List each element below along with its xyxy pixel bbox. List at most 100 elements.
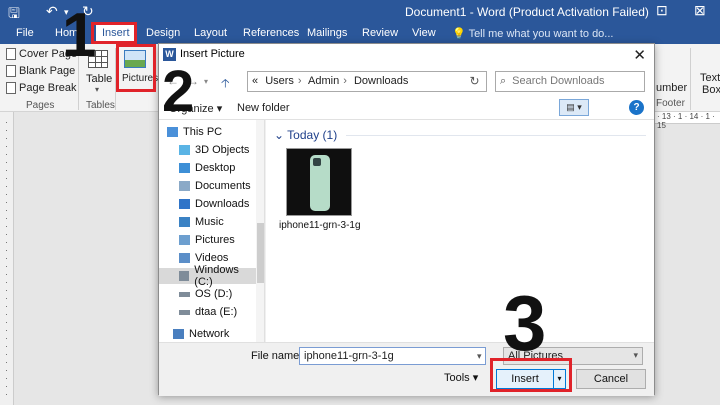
text-box-label[interactable]: Text <box>700 72 720 84</box>
cancel-button[interactable]: Cancel <box>576 369 646 389</box>
nav-label: 3D Objects <box>195 144 250 156</box>
nav-item-documents[interactable]: Documents <box>179 178 264 194</box>
nav-item-pictures[interactable]: Pictures <box>179 232 264 248</box>
tab-view[interactable]: View <box>412 27 436 39</box>
drive-icon <box>179 271 190 281</box>
nav-label: dtaa (E:) <box>195 306 238 318</box>
tools-button[interactable]: Tools ▾ <box>444 371 478 384</box>
up-arrow-icon[interactable]: 🡡 <box>221 74 230 95</box>
drive-icon <box>179 309 190 315</box>
table-label[interactable]: Table <box>86 73 112 85</box>
nav-label: Network <box>189 328 230 340</box>
nav-label: Pictures <box>195 234 235 246</box>
tools-label: Tools <box>444 372 470 384</box>
file-name-label[interactable]: iphone11-grn-3-1g <box>279 220 361 231</box>
nav-label: Videos <box>195 252 229 264</box>
nav-item-music[interactable]: Music <box>179 214 264 230</box>
scrollbar-thumb[interactable] <box>257 223 264 283</box>
download-icon <box>179 199 190 209</box>
path-users[interactable]: Users <box>265 75 294 87</box>
window-title: Document1 - Word (Product Activation Fai… <box>405 5 649 19</box>
step-number-1: 1 <box>62 1 97 70</box>
video-icon <box>179 253 190 263</box>
tab-layout[interactable]: Layout <box>194 27 227 39</box>
tables-group-label: Tables <box>86 100 115 111</box>
nav-label: Windows (C:) <box>194 264 239 288</box>
phone-image <box>310 155 330 211</box>
undo-icon[interactable]: ↶ <box>46 3 58 20</box>
help-icon[interactable]: ? <box>629 100 644 115</box>
highlight-pictures-button <box>116 44 156 92</box>
chevron-down-icon: ▾ <box>633 350 638 360</box>
nav-item-windows-c[interactable]: Windows (C:) <box>159 264 256 288</box>
search-placeholder: Search Downloads <box>512 75 605 87</box>
dialog-footer: File name: iphone11-grn-3-1g ▾ All Pictu… <box>159 342 654 396</box>
nav-item-desktop[interactable]: Desktop <box>179 160 264 176</box>
nav-item-3d-objects[interactable]: 3D Objects <box>179 142 264 158</box>
refresh-icon[interactable]: ↻ <box>463 71 487 92</box>
path-separator-icon[interactable]: › <box>294 75 306 87</box>
nav-label: OS (D:) <box>195 288 233 300</box>
cover-page-icon <box>6 48 16 60</box>
network-icon <box>173 329 184 339</box>
tab-references[interactable]: References <box>243 27 299 39</box>
document-icon <box>179 181 190 191</box>
page-break-label: Page Break <box>19 82 77 94</box>
search-icon: ⌕ <box>500 75 507 87</box>
close-icon[interactable]: ✕ <box>633 46 646 64</box>
insert-picture-dialog: W Insert Picture ✕ ← → ▾ 🡡 « Users › Admi… <box>158 43 655 396</box>
nav-label: This PC <box>183 126 223 138</box>
page-break-icon <box>6 82 16 94</box>
group-header-today[interactable]: ⌄ Today (1) <box>274 128 337 142</box>
tell-me-text: Tell me what you want to do... <box>468 28 614 40</box>
file-name-label: File name: <box>251 350 303 362</box>
nav-item-os-d[interactable]: OS (D:) <box>179 286 264 302</box>
drive-icon <box>179 291 190 297</box>
page-number-label[interactable]: umber <box>656 82 687 94</box>
dialog-title-bar: W Insert Picture ✕ <box>159 44 654 66</box>
path-downloads[interactable]: Downloads <box>354 75 408 87</box>
blank-page-icon <box>6 65 16 77</box>
text-box-label-2[interactable]: Box <box>702 84 720 96</box>
table-dropdown-icon[interactable]: ▾ <box>95 85 99 94</box>
tab-design[interactable]: Design <box>146 27 180 39</box>
vertical-ruler <box>0 112 14 405</box>
recent-locations-icon[interactable]: ▾ <box>204 77 208 86</box>
nav-item-downloads[interactable]: Downloads <box>179 196 264 212</box>
navigation-pane: This PC 3D Objects Desktop Documents Dow… <box>159 120 265 342</box>
pc-icon <box>167 127 178 137</box>
file-name-dropdown-icon[interactable]: ▾ <box>477 351 482 362</box>
tell-me-box[interactable]: 💡 Tell me what you want to do... <box>452 27 613 40</box>
cube-icon <box>179 145 190 155</box>
file-list: ⌄ Today (1) iphone11-grn-3-1g <box>266 120 654 342</box>
ribbon-display-options-icon[interactable]: ⊠ <box>694 2 706 19</box>
nav-label: Music <box>195 216 224 228</box>
nav-item-this-pc[interactable]: This PC <box>167 124 263 140</box>
nav-item-network[interactable]: Network <box>173 326 264 342</box>
file-name-input[interactable]: iphone11-grn-3-1g <box>299 347 486 365</box>
tab-file[interactable]: File <box>16 27 34 39</box>
path-admin[interactable]: Admin <box>308 75 339 87</box>
step-number-3: 3 <box>503 279 547 367</box>
path-prefix: « <box>252 75 259 87</box>
change-view-button[interactable]: ▤ ▾ <box>559 99 589 116</box>
music-icon <box>179 217 190 227</box>
path-separator-icon[interactable]: › <box>339 75 351 87</box>
step-number-2: 2 <box>162 59 195 124</box>
page-break-button[interactable]: Page Break <box>6 82 76 94</box>
account-icon[interactable]: ⊡ <box>656 2 668 19</box>
camera-icon <box>313 158 321 166</box>
new-folder-button[interactable]: New folder <box>237 102 290 114</box>
navigation-bar: ← → ▾ 🡡 « Users › Admin › Downloads ↻ ⌕ Sea… <box>159 66 654 96</box>
search-input[interactable]: ⌕ Search Downloads <box>495 71 645 92</box>
file-thumbnail[interactable] <box>286 148 352 216</box>
tab-mailings[interactable]: Mailings <box>307 27 347 39</box>
tab-review[interactable]: Review <box>362 27 398 39</box>
nav-item-dtaa-e[interactable]: dtaa (E:) <box>179 304 264 320</box>
nav-pane-scrollbar[interactable] <box>256 120 264 342</box>
highlight-insert-tab <box>91 22 137 44</box>
word-title-bar: 🖫 ↶ ▾ ↻ Document1 - Word (Product Activa… <box>0 0 720 24</box>
desktop-icon <box>179 163 190 173</box>
address-bar[interactable]: « Users › Admin › Downloads <box>247 71 485 92</box>
nav-label: Downloads <box>195 198 250 210</box>
